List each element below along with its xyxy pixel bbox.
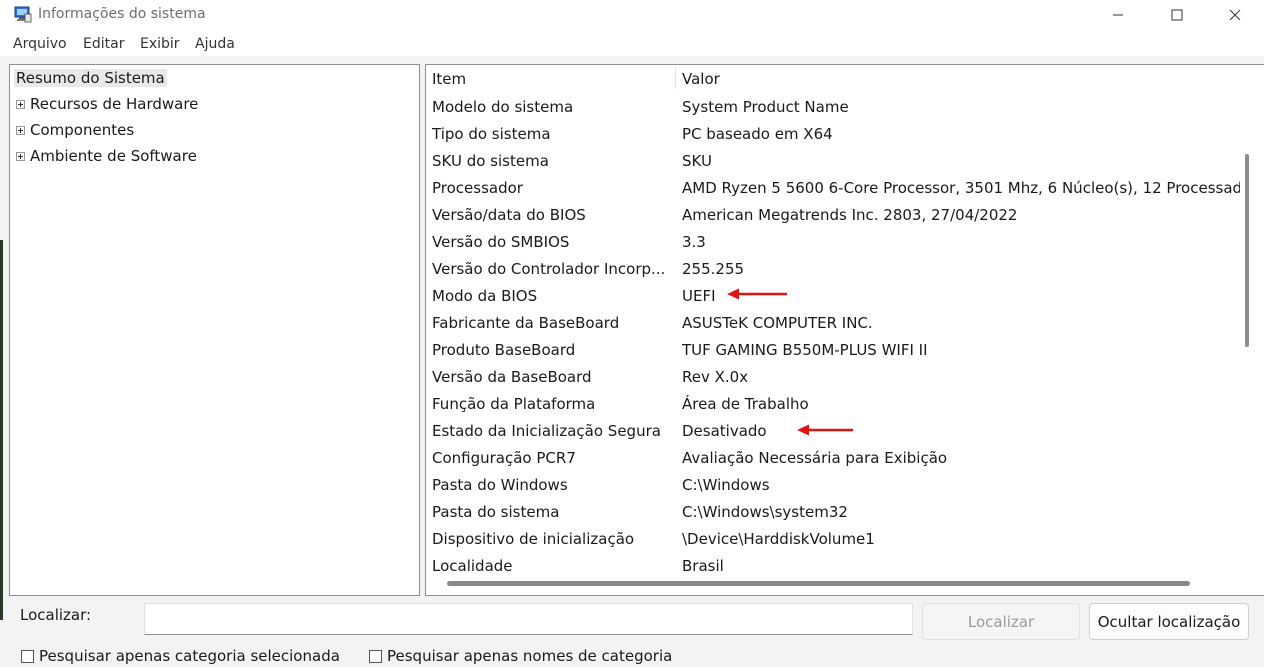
table-header: Item Valor: [432, 67, 1240, 94]
row-item: Modelo do sistema: [432, 98, 574, 116]
row-value: Desativado: [682, 422, 767, 440]
table-row[interactable]: Fabricante da BaseBoard ASUSTeK COMPUTER …: [432, 311, 1240, 338]
vertical-scrollbar-thumb[interactable]: [1245, 154, 1249, 347]
checkbox-label: Pesquisar apenas nomes de categoria: [387, 647, 673, 665]
minimize-button[interactable]: [1089, 0, 1147, 30]
table-row[interactable]: Versão da BaseBoard Rev X.0x: [432, 365, 1240, 392]
table-row[interactable]: Modelo do sistema System Product Name: [432, 95, 1240, 122]
row-value: American Megatrends Inc. 2803, 27/04/202…: [682, 206, 1018, 224]
find-label: Localizar:: [20, 606, 92, 624]
table-row[interactable]: Tipo do sistema PC baseado em X64: [432, 122, 1240, 149]
annotation-arrow-icon: [727, 288, 787, 300]
annotation-arrow-icon: [797, 424, 853, 436]
tree-item-label: Componentes: [30, 121, 135, 139]
row-item: Versão do SMBIOS: [432, 233, 570, 251]
menu-bar: Arquivo Editar Exibir Ajuda: [0, 30, 1264, 56]
window-title: Informações do sistema: [38, 6, 206, 22]
row-item: Versão do Controlador Incorp...: [432, 260, 666, 278]
row-item: Versão/data do BIOS: [432, 206, 586, 224]
system-information-icon: [14, 6, 32, 23]
menu-exibir[interactable]: Exibir: [140, 36, 180, 52]
table-row[interactable]: Configuração PCR7 Avaliação Necessária pa…: [432, 446, 1240, 473]
table-row[interactable]: Função da Plataforma Área de Trabalho: [432, 392, 1240, 419]
details-table: Item Valor Modelo do sistema System Produ…: [425, 64, 1264, 596]
table-row[interactable]: Pasta do Windows C:\Windows: [432, 473, 1240, 500]
close-button[interactable]: [1206, 0, 1264, 30]
find-button[interactable]: Localizar: [922, 603, 1080, 640]
maximize-icon: [1171, 9, 1183, 21]
row-value: Rev X.0x: [682, 368, 749, 386]
tree-item-system-summary[interactable]: Resumo do Sistema: [14, 69, 167, 87]
tree-item-hardware-resources[interactable]: Recursos de Hardware: [16, 95, 198, 113]
menu-ajuda[interactable]: Ajuda: [195, 36, 235, 52]
row-value: SKU: [682, 152, 712, 170]
column-header-item[interactable]: Item: [432, 70, 675, 88]
row-value: System Product Name: [682, 98, 849, 116]
row-item: Configuração PCR7: [432, 449, 576, 467]
row-item: Tipo do sistema: [432, 125, 551, 143]
category-tree[interactable]: Resumo do Sistema Recursos de Hardware C…: [9, 64, 420, 596]
row-item: Produto BaseBoard: [432, 341, 576, 359]
row-value: \Device\HarddiskVolume1: [682, 530, 875, 548]
background-edge: [0, 240, 3, 620]
row-value: 3.3: [682, 233, 706, 251]
horizontal-scrollbar-thumb[interactable]: [447, 581, 1190, 586]
minimize-icon: [1113, 14, 1123, 16]
search-selected-category-option[interactable]: Pesquisar apenas categoria selecionada: [21, 647, 340, 665]
expand-icon[interactable]: [16, 125, 25, 135]
hide-find-button[interactable]: Ocultar localização: [1089, 603, 1249, 640]
checkbox-label: Pesquisar apenas categoria selecionada: [39, 647, 340, 665]
row-item: Estado da Inicialização Segura: [432, 422, 661, 440]
search-selected-category-checkbox[interactable]: [21, 649, 34, 663]
table-row[interactable]: SKU do sistema SKU: [432, 149, 1240, 176]
row-item: Processador: [432, 179, 523, 197]
row-value: PC baseado em X64: [682, 125, 833, 143]
row-item: SKU do sistema: [432, 152, 549, 170]
row-item: Modo da BIOS: [432, 287, 538, 305]
row-item: Localidade: [432, 557, 513, 575]
table-row[interactable]: Processador AMD Ryzen 5 5600 6-Core Proce…: [432, 176, 1240, 203]
maximize-button[interactable]: [1148, 0, 1206, 30]
row-value: TUF GAMING B550M-PLUS WIFI II: [682, 341, 928, 359]
row-value: AMD Ryzen 5 5600 6-Core Processor, 3501 …: [682, 179, 1240, 197]
row-item: Fabricante da BaseBoard: [432, 314, 620, 332]
table-row[interactable]: Versão do SMBIOS 3.3: [432, 230, 1240, 257]
table-row[interactable]: Pasta do sistema C:\Windows\system32: [432, 500, 1240, 527]
column-divider[interactable]: [675, 67, 676, 89]
row-item: Pasta do Windows: [432, 476, 568, 494]
row-value: 255.255: [682, 260, 745, 278]
row-value: ASUSTeK COMPUTER INC.: [682, 314, 873, 332]
close-icon: [1229, 9, 1241, 21]
table-row[interactable]: Modo da BIOS UEFI: [432, 284, 1240, 311]
find-input[interactable]: [144, 603, 913, 635]
table-row[interactable]: Versão/data do BIOS American Megatrends I…: [432, 203, 1240, 230]
row-value: Avaliação Necessária para Exibição: [682, 449, 948, 467]
tree-item-label: Recursos de Hardware: [30, 95, 199, 113]
tree-item-software-environment[interactable]: Ambiente de Software: [16, 147, 197, 165]
row-value: C:\Windows: [682, 476, 770, 494]
expand-icon[interactable]: [16, 151, 25, 161]
expand-icon[interactable]: [16, 99, 25, 109]
column-header-value[interactable]: Valor: [682, 70, 1240, 88]
row-value: Área de Trabalho: [682, 395, 809, 413]
tree-item-components[interactable]: Componentes: [16, 121, 134, 139]
search-category-names-option[interactable]: Pesquisar apenas nomes de categoria: [369, 647, 672, 665]
tree-item-label: Ambiente de Software: [30, 147, 197, 165]
title-bar: Informações do sistema: [0, 0, 1264, 30]
menu-arquivo[interactable]: Arquivo: [13, 36, 67, 52]
row-item: Dispositivo de inicialização: [432, 530, 635, 548]
table-row[interactable]: Dispositivo de inicialização \Device\Hard…: [432, 527, 1240, 554]
row-item: Versão da BaseBoard: [432, 368, 592, 386]
table-row[interactable]: Versão do Controlador Incorp... 255.255: [432, 257, 1240, 284]
table-row[interactable]: Localidade Brasil: [432, 554, 1240, 581]
row-item: Função da Plataforma: [432, 395, 596, 413]
search-category-names-checkbox[interactable]: [369, 649, 382, 663]
table-row[interactable]: Produto BaseBoard TUF GAMING B550M-PLUS W…: [432, 338, 1240, 365]
row-item: Pasta do sistema: [432, 503, 560, 521]
row-value: C:\Windows\system32: [682, 503, 848, 521]
menu-editar[interactable]: Editar: [83, 36, 124, 52]
row-value: Brasil: [682, 557, 724, 575]
